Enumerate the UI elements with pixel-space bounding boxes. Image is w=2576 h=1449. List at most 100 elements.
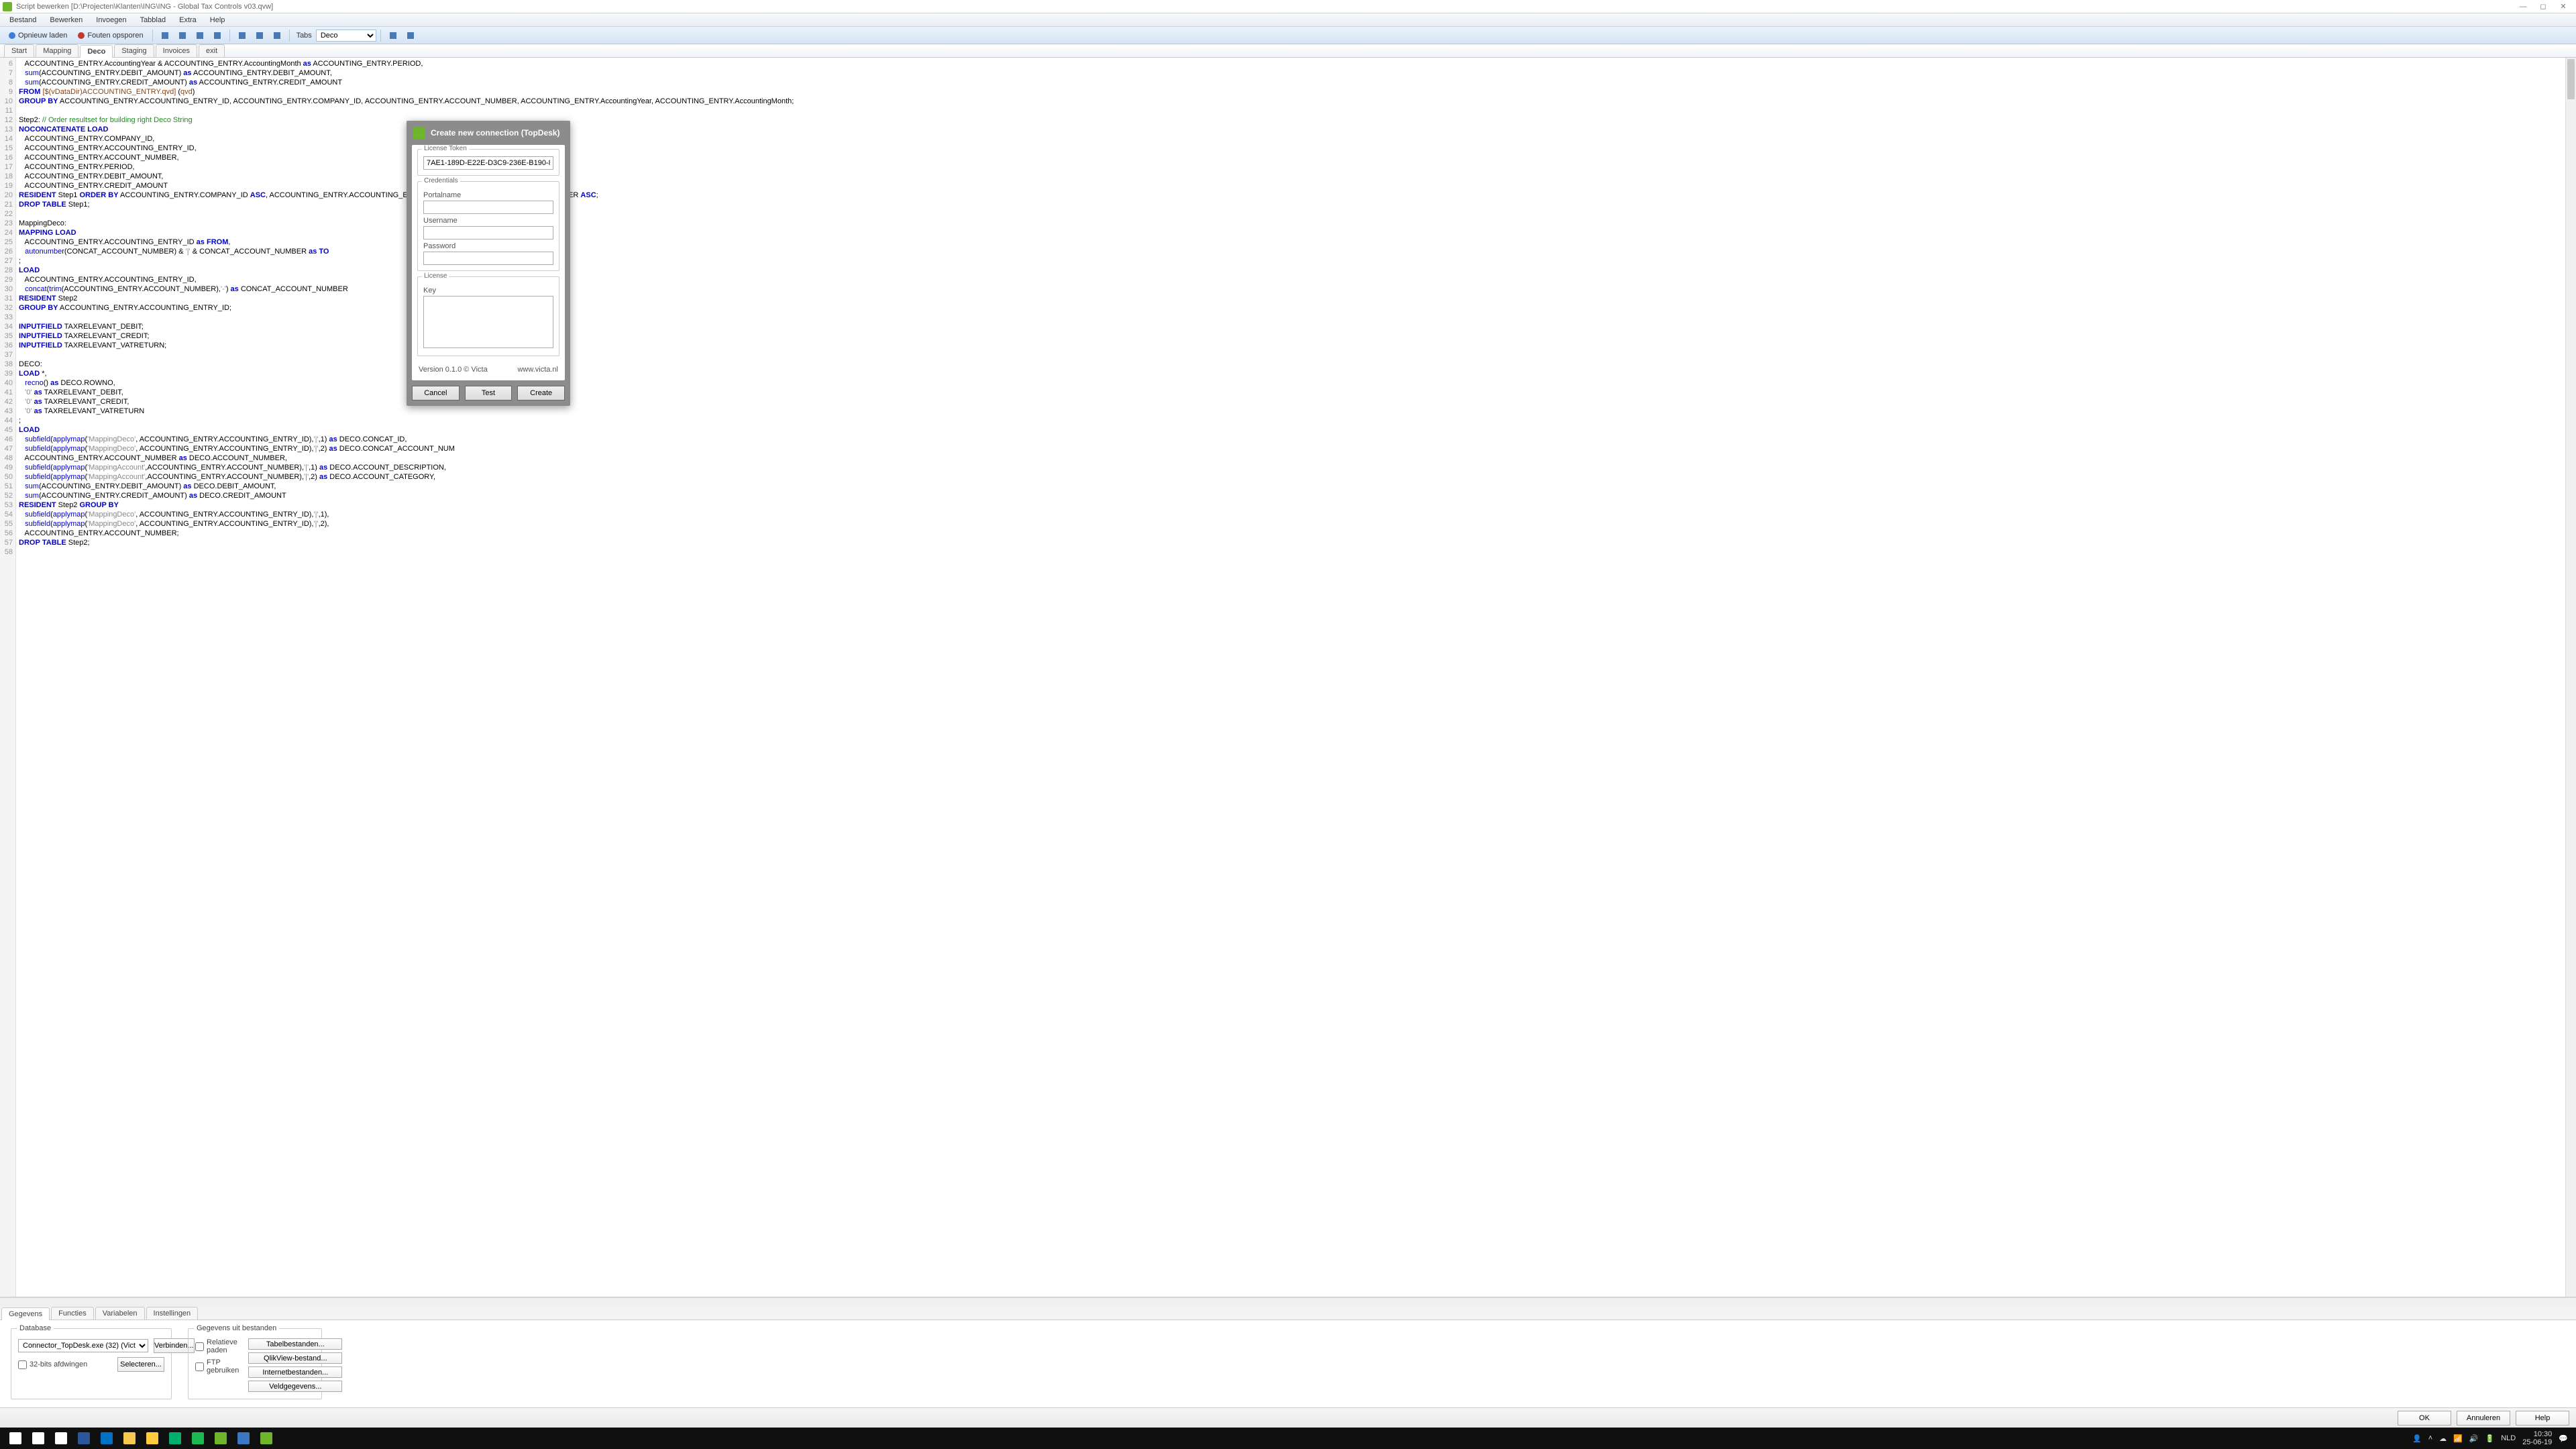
tool-icon-8[interactable] (385, 30, 401, 41)
menu-invoegen[interactable]: Invoegen (89, 15, 133, 25)
file-button[interactable]: Tabelbestanden... (248, 1338, 342, 1350)
tool-icon-3[interactable] (192, 30, 208, 41)
search-icon-glyph (32, 1432, 44, 1444)
file-button[interactable]: Internetbestanden... (248, 1366, 342, 1378)
tray-chevron-icon[interactable]: ˄ (2428, 1434, 2432, 1442)
menu-tabblad[interactable]: Tabblad (133, 15, 173, 25)
force-32bit-label: 32-bits afdwingen (30, 1360, 87, 1368)
close-button[interactable]: ✕ (2553, 1, 2573, 13)
tray-cloud-icon[interactable]: ☁ (2439, 1434, 2447, 1443)
files-legend: Gegevens uit bestanden (194, 1324, 279, 1332)
maximize-button[interactable]: ◻ (2533, 1, 2553, 13)
script-tab-invoices[interactable]: Invoices (156, 44, 197, 57)
code-area[interactable]: ACCOUNTING_ENTRY.AccountingYear & ACCOUN… (16, 58, 2565, 1297)
files-group: Gegevens uit bestanden Relatieve paden F… (188, 1328, 322, 1399)
menu-bewerken[interactable]: Bewerken (43, 15, 89, 25)
force-32bit-checkbox[interactable] (18, 1360, 27, 1369)
tray-network-icon[interactable]: 📶 (2453, 1434, 2463, 1443)
file-button[interactable]: Veldgegevens... (248, 1381, 342, 1392)
bottom-tab-functies[interactable]: Functies (51, 1307, 94, 1320)
username-label: Username (423, 217, 553, 225)
tray-notifications-icon[interactable]: 💬 (2559, 1434, 2568, 1443)
ok-button[interactable]: OK (2398, 1411, 2451, 1426)
tool-icon-2[interactable] (174, 30, 191, 41)
window-icon[interactable] (232, 1429, 255, 1448)
menu-extra[interactable]: Extra (172, 15, 203, 25)
ftp-checkbox[interactable] (195, 1362, 204, 1371)
cancel-button[interactable]: Annuleren (2457, 1411, 2510, 1426)
script-tab-start[interactable]: Start (4, 44, 34, 57)
password-input[interactable] (423, 252, 553, 265)
password-label: Password (423, 242, 553, 250)
menu-help[interactable]: Help (203, 15, 232, 25)
select-button[interactable]: Selecteren... (117, 1357, 164, 1372)
spotify-icon[interactable] (186, 1429, 209, 1448)
script-tab-exit[interactable]: exit (199, 44, 225, 57)
skype-icon-glyph (169, 1432, 181, 1444)
bottom-tab-instellingen[interactable]: Instellingen (146, 1307, 199, 1320)
dialog-cancel-button[interactable]: Cancel (412, 386, 460, 400)
bottom-panel: Database Connector_TopDesk.exe (32) (Vic… (0, 1320, 2576, 1407)
reload-button[interactable]: Opnieuw laden (4, 30, 72, 42)
tray-people-icon[interactable]: 👤 (2412, 1434, 2422, 1443)
script-tab-staging[interactable]: Staging (114, 44, 154, 57)
qlik-icon[interactable] (255, 1429, 278, 1448)
skype-icon[interactable] (164, 1429, 186, 1448)
connector-select[interactable]: Connector_TopDesk.exe (32) (Vict (18, 1339, 148, 1352)
script-tabs: StartMappingDecoStagingInvoicesexit (0, 44, 2576, 58)
bottom-tab-gegevens[interactable]: Gegevens (1, 1307, 50, 1320)
dialog-test-button[interactable]: Test (465, 386, 513, 400)
tray-volume-icon[interactable]: 🔊 (2469, 1434, 2479, 1443)
tray-lang[interactable]: NLD (2501, 1434, 2516, 1442)
app-icon[interactable] (209, 1429, 232, 1448)
database-group: Database Connector_TopDesk.exe (32) (Vic… (11, 1328, 172, 1399)
explorer-icon[interactable] (141, 1429, 164, 1448)
force-32bit-check[interactable]: 32-bits afdwingen (18, 1360, 112, 1369)
outlook-icon[interactable] (95, 1429, 118, 1448)
search-icon[interactable] (27, 1429, 50, 1448)
bottom-tabs: GegevensFunctiesVariabelenInstellingen (0, 1307, 2576, 1320)
tab-rename-icon (274, 32, 280, 39)
tool-icon-6[interactable] (252, 30, 268, 41)
ftp-check[interactable]: FTP gebruiken (195, 1358, 239, 1375)
relative-paths-check[interactable]: Relatieve paden (195, 1338, 239, 1354)
scrollbar-horizontal[interactable] (0, 1297, 2576, 1307)
clock-time: 10:30 (2522, 1430, 2552, 1438)
tool-icon-5[interactable] (234, 30, 250, 41)
file-button[interactable]: QlikView-bestand... (248, 1352, 342, 1364)
taskbar: 👤 ˄ ☁ 📶 🔊 🔋 NLD 10:30 25-06-19 💬 (0, 1428, 2576, 1449)
debug-button[interactable]: Fouten opsporen (73, 30, 148, 42)
scrollbar-vertical[interactable] (2565, 58, 2576, 1297)
calculator-icon[interactable] (72, 1429, 95, 1448)
scrollbar-thumb[interactable] (2567, 59, 2575, 99)
dialog-create-button[interactable]: Create (517, 386, 565, 400)
tool-icon-4[interactable] (209, 30, 225, 41)
taskbar-clock[interactable]: 10:30 25-06-19 (2522, 1430, 2552, 1446)
tabs-select[interactable]: Deco (316, 30, 376, 42)
tool-icon-1[interactable] (157, 30, 173, 41)
system-tray: 👤 ˄ ☁ 📶 🔊 🔋 NLD 10:30 25-06-19 💬 (2412, 1430, 2572, 1446)
minimize-button[interactable]: — (2513, 1, 2533, 13)
key-textarea[interactable] (423, 296, 553, 348)
start-icon[interactable] (4, 1429, 27, 1448)
script-tab-mapping[interactable]: Mapping (36, 44, 78, 57)
app-icon-glyph (215, 1432, 227, 1444)
script-tab-deco[interactable]: Deco (80, 45, 113, 58)
menubar: BestandBewerkenInvoegenTabbladExtraHelp (0, 13, 2576, 27)
start-icon-glyph (9, 1432, 21, 1444)
taskview-icon[interactable] (50, 1429, 72, 1448)
tool-icon-9[interactable] (402, 30, 419, 41)
help-button[interactable]: Help (2516, 1411, 2569, 1426)
portal-input[interactable] (423, 201, 553, 214)
license-token-input[interactable] (423, 156, 553, 170)
dialog-url[interactable]: www.victa.nl (517, 366, 558, 374)
relative-paths-checkbox[interactable] (195, 1342, 204, 1351)
menu-bestand[interactable]: Bestand (3, 15, 43, 25)
outlook-icon-glyph (101, 1432, 113, 1444)
bottom-tab-variabelen[interactable]: Variabelen (95, 1307, 145, 1320)
tray-battery-icon[interactable]: 🔋 (2485, 1434, 2495, 1443)
chrome-icon[interactable] (118, 1429, 141, 1448)
tool-icon-7[interactable] (269, 30, 285, 41)
username-input[interactable] (423, 226, 553, 239)
dialog-header[interactable]: Create new connection (TopDesk) (407, 121, 570, 145)
